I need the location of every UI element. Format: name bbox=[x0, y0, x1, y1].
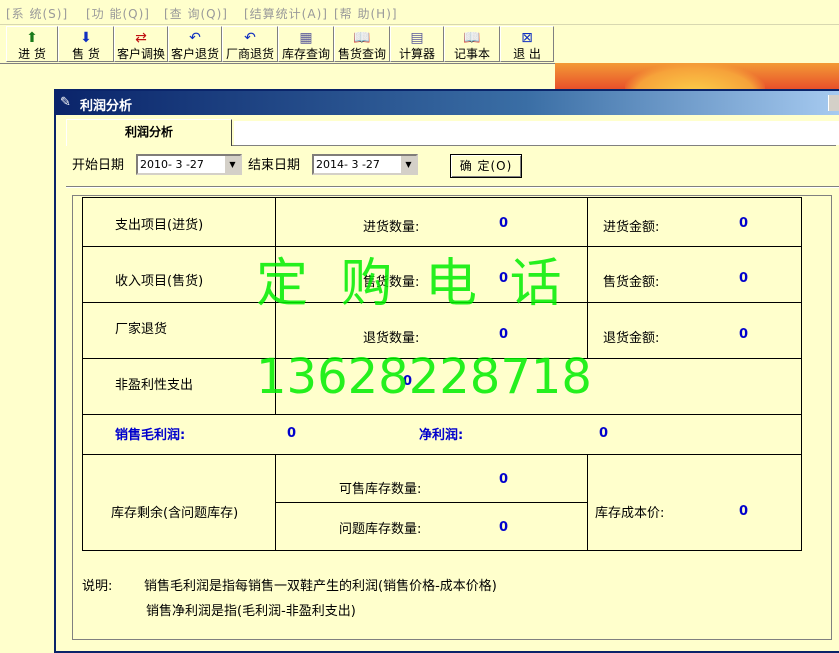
menu-function[interactable]: [功 能(Q)] bbox=[86, 5, 150, 22]
window-title: 利润分析 bbox=[80, 99, 133, 114]
problem-qty-label: 问题库存数量: bbox=[339, 522, 422, 537]
return-amt-label: 退货金额: bbox=[603, 331, 660, 346]
chevron-down-icon[interactable]: ▼ bbox=[224, 156, 240, 173]
menu-settlement[interactable]: [结算统计(A)] bbox=[244, 5, 328, 22]
gross-profit-label: 销售毛利润: bbox=[115, 428, 186, 443]
purchase-qty-label: 进货数量: bbox=[363, 220, 420, 235]
separator bbox=[66, 186, 839, 188]
book-icon: 📖 bbox=[353, 30, 371, 46]
expense-label: 支出项目(进货) bbox=[115, 218, 204, 233]
net-profit-value: 0 bbox=[599, 426, 609, 441]
exit-icon: ⊠ bbox=[521, 30, 533, 46]
nonprofit-label: 非盈利性支出 bbox=[115, 378, 194, 393]
confirm-button[interactable]: 确 定(O) bbox=[450, 154, 522, 178]
sell-button[interactable]: ⬇ 售 货 bbox=[58, 26, 114, 62]
sellable-qty-label: 可售库存数量: bbox=[339, 482, 422, 497]
book-icon: 📖 bbox=[463, 30, 481, 46]
sales-amt-value: 0 bbox=[739, 271, 749, 286]
calculator-button[interactable]: ▤ 计算器 bbox=[390, 26, 444, 62]
end-date-label: 结束日期 bbox=[248, 158, 301, 173]
stock-icon: ▦ bbox=[299, 30, 313, 46]
watermark-line-1: 定 购 电 话 bbox=[256, 254, 570, 314]
purchase-button[interactable]: ⬆ 进 货 bbox=[6, 26, 58, 62]
inventory-label: 库存剩余(含问题库存) bbox=[111, 506, 239, 521]
sales-amt-label: 售货金额: bbox=[603, 275, 660, 290]
return-amt-value: 0 bbox=[739, 327, 749, 342]
exit-button[interactable]: ⊠ 退 出 bbox=[500, 26, 554, 62]
cost-value: 0 bbox=[739, 504, 749, 519]
grid-line bbox=[275, 454, 276, 550]
title-bar[interactable]: ✎ 利润分析 bbox=[56, 91, 839, 115]
menu-system[interactable]: [系 统(S)] bbox=[6, 5, 68, 22]
vendor-return-button[interactable]: ↶ 厂商退货 bbox=[222, 26, 278, 62]
up-arrow-icon: ⬆ bbox=[26, 30, 38, 46]
income-label: 收入项目(售货) bbox=[115, 274, 204, 289]
menu-bar: [系 统(S)] [功 能(Q)] [查 询(Q)] [结算统计(A)] [帮 … bbox=[0, 0, 839, 25]
toolbar: ⬆ 进 货 ⬇ 售 货 ⇄ 客户调换 ↶ 客户退货 ↶ 厂商退货 ▦ 库存查询 … bbox=[0, 25, 839, 64]
background-banner bbox=[555, 63, 839, 89]
problem-qty-value: 0 bbox=[499, 520, 509, 535]
profit-analysis-window: ✎ 利润分析 利润分析 开始日期 2010- 3 -27 ▼ 结束日期 2014… bbox=[54, 89, 839, 653]
sellable-qty-value: 0 bbox=[499, 472, 509, 487]
cost-label: 库存成本价: bbox=[595, 506, 665, 521]
end-date-value: 2014- 3 -27 bbox=[316, 158, 380, 171]
start-date-picker[interactable]: 2010- 3 -27 ▼ bbox=[136, 154, 242, 175]
customer-return-button[interactable]: ↶ 客户退货 bbox=[168, 26, 222, 62]
menu-query[interactable]: [查 询(Q)] bbox=[164, 5, 228, 22]
grid-line bbox=[83, 454, 801, 455]
net-profit-label: 净利润: bbox=[419, 428, 464, 443]
notes-line-2: 销售净利润是指(毛利润-非盈利支出) bbox=[146, 604, 356, 619]
window-icon: ✎ bbox=[60, 95, 71, 110]
return-qty-label: 退货数量: bbox=[363, 331, 420, 346]
sales-query-button[interactable]: 📖 售货查询 bbox=[334, 26, 390, 62]
calculator-icon: ▤ bbox=[410, 30, 424, 46]
notepad-button[interactable]: 📖 记事本 bbox=[444, 26, 500, 62]
tab-strip-blank bbox=[234, 121, 839, 145]
start-date-label: 开始日期 bbox=[72, 158, 125, 173]
grid-line bbox=[83, 414, 801, 415]
watermark-line-2: 13628228718 bbox=[256, 349, 592, 405]
chevron-down-icon[interactable]: ▼ bbox=[400, 156, 416, 173]
grid-line bbox=[275, 502, 587, 503]
close-button[interactable] bbox=[828, 95, 839, 111]
end-date-picker[interactable]: 2014- 3 -27 ▼ bbox=[312, 154, 418, 175]
notes-line-1: 销售毛利润是指每销售一双鞋产生的利润(销售价格-成本价格) bbox=[144, 579, 497, 594]
undo-icon: ↶ bbox=[189, 30, 201, 46]
vendor-return-label: 厂家退货 bbox=[115, 322, 168, 337]
start-date-value: 2010- 3 -27 bbox=[140, 158, 204, 171]
grid-line bbox=[587, 198, 588, 358]
menu-help[interactable]: [帮 助(H)] bbox=[334, 5, 398, 22]
swap-icon: ⇄ bbox=[135, 30, 147, 46]
down-arrow-icon: ⬇ bbox=[80, 30, 92, 46]
grid-line bbox=[587, 454, 588, 550]
stock-query-button[interactable]: ▦ 库存查询 bbox=[278, 26, 334, 62]
notes-prefix: 说明: bbox=[82, 579, 113, 594]
purchase-qty-value: 0 bbox=[499, 216, 509, 231]
customer-exchange-button[interactable]: ⇄ 客户调换 bbox=[114, 26, 168, 62]
return-qty-value: 0 bbox=[499, 327, 509, 342]
tab-profit-analysis[interactable]: 利润分析 bbox=[66, 119, 232, 146]
purchase-amt-label: 进货金额: bbox=[603, 220, 660, 235]
purchase-amt-value: 0 bbox=[739, 216, 749, 231]
gross-profit-value: 0 bbox=[287, 426, 297, 441]
undo-icon: ↶ bbox=[244, 30, 256, 46]
